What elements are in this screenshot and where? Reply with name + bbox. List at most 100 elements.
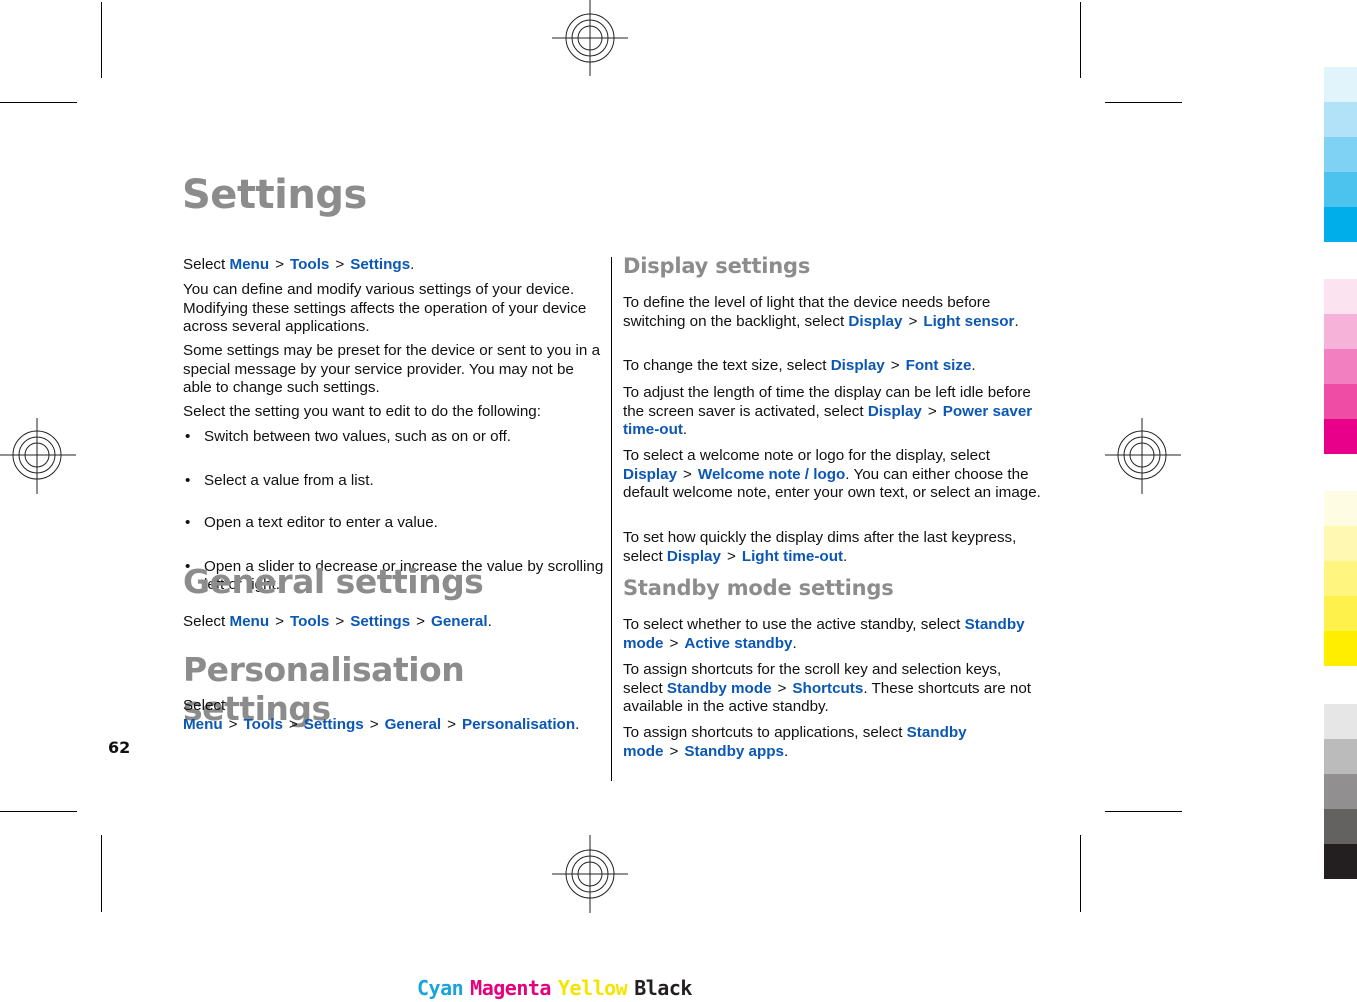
menu-path: Standby mode > Shortcuts — [667, 680, 863, 697]
menu-path-item[interactable]: Display — [623, 466, 677, 483]
entry-text: . — [792, 634, 797, 652]
menu-path-item[interactable]: Settings — [350, 613, 410, 630]
color-swatch — [1324, 844, 1357, 879]
menu-path-item[interactable]: Display — [848, 313, 902, 330]
menu-path-item[interactable]: Menu — [229, 613, 269, 630]
menu-path-item[interactable]: General — [385, 716, 442, 733]
menu-path: Display > Light time-out — [667, 548, 843, 565]
color-swatch — [1324, 739, 1357, 774]
menu-path-item[interactable]: Menu — [183, 716, 223, 733]
crop-mark — [101, 835, 102, 912]
path-separator-icon: > — [335, 256, 345, 273]
menu-path-item[interactable]: Standby apps — [684, 743, 784, 760]
menu-path-item[interactable]: Display — [667, 548, 721, 565]
path-separator-icon: > — [275, 613, 284, 630]
path-separator-icon: > — [228, 715, 238, 733]
entry-text: To select a welcome note or logo for the… — [623, 447, 990, 464]
path-separator-icon: > — [777, 679, 787, 697]
menu-path-item[interactable]: Shortcuts — [792, 680, 863, 697]
menu-path-item[interactable]: Display — [831, 357, 885, 374]
paragraph: Some settings may be preset for the devi… — [183, 342, 601, 396]
entry-text: . — [843, 547, 848, 565]
color-swatch — [1324, 384, 1357, 419]
registration-mark-icon — [1105, 418, 1181, 494]
menu-path-item[interactable]: Settings — [304, 716, 364, 733]
general-path: Select Menu > Tools > Settings > General. — [183, 613, 492, 630]
cmyk-label-yellow: Yellow — [557, 976, 628, 1000]
menu-path-item[interactable]: Display — [868, 403, 922, 420]
menu-path: Menu > Tools > Settings > General > Personalisat… — [183, 716, 575, 733]
color-swatch — [1324, 419, 1357, 454]
path-prefix: Select — [183, 256, 226, 273]
entry-text: To select whether to use the active stan… — [623, 616, 965, 633]
menu-path: Menu > Tools > Settings — [229, 256, 410, 273]
path-separator-icon: > — [288, 715, 298, 733]
page-title: Settings — [182, 172, 367, 218]
bullet-item: • Switch between two values, such as on … — [185, 428, 512, 445]
menu-path-item[interactable]: Standby mode — [667, 680, 772, 697]
menu-path-item[interactable]: Font size — [906, 357, 972, 374]
crop-mark — [1105, 811, 1182, 812]
section-heading-display: Display settings — [623, 254, 811, 278]
section-heading-standby: Standby mode settings — [623, 576, 894, 600]
registration-mark-icon — [0, 418, 76, 494]
registration-mark-icon — [552, 835, 628, 913]
entry-text: To change the text size, select — [623, 357, 831, 374]
menu-path-item[interactable]: Light time-out — [742, 548, 843, 565]
cmyk-label-black: Black — [634, 976, 692, 1000]
path-separator-icon: > — [416, 613, 426, 630]
cmyk-label-cyan: Cyan — [417, 976, 464, 1000]
display-entry: To select a welcome note or logo for the… — [623, 447, 1043, 503]
path-separator-icon: > — [275, 256, 284, 273]
menu-path-item[interactable]: Light sensor — [923, 313, 1014, 330]
crop-mark — [1080, 835, 1081, 912]
menu-path-item[interactable]: Welcome note / logo — [698, 466, 845, 483]
menu-path-item[interactable]: Tools — [244, 716, 283, 733]
cmyk-label-magenta: Magenta — [470, 976, 551, 1000]
menu-path-item[interactable]: Tools — [290, 256, 329, 273]
menu-path: Display > Welcome note / logo — [623, 466, 845, 483]
crop-mark — [101, 2, 102, 78]
color-swatch — [1324, 631, 1357, 666]
color-swatch — [1324, 172, 1357, 207]
entry-text: . — [783, 742, 789, 760]
bullet-icon: • — [185, 514, 191, 531]
color-swatch — [1324, 314, 1357, 349]
crop-mark — [1080, 2, 1081, 78]
crop-mark — [1105, 102, 1182, 103]
paragraph: You can define and modify various settin… — [183, 281, 587, 335]
bullet-item: • Open a text editor to enter a value. — [185, 514, 438, 531]
bullet-icon: • — [185, 471, 191, 489]
section-heading-general: General settings — [183, 562, 484, 601]
color-swatch — [1324, 809, 1357, 844]
menu-path: Menu > Tools > Settings > General — [229, 613, 487, 630]
crop-mark — [0, 811, 77, 812]
paragraph: Select the setting you want to edit to d… — [183, 403, 541, 420]
personalisation-path: Select Menu > Tools > Settings > General > Perso… — [183, 697, 580, 733]
path-separator-icon: > — [927, 402, 937, 420]
entry-text: To assign shortcuts to applications, sel… — [623, 724, 907, 741]
color-swatch — [1324, 67, 1357, 102]
page-number: 62 — [108, 738, 131, 757]
color-swatch — [1324, 137, 1357, 172]
color-swatch — [1324, 774, 1357, 809]
standby-entry: To assign shortcuts to applications, sel… — [623, 724, 1003, 761]
bullet-icon: • — [185, 428, 191, 445]
menu-path-item[interactable]: Menu — [229, 256, 269, 273]
menu-path-item[interactable]: Personalisation — [462, 716, 575, 733]
entry-text: . — [1014, 312, 1019, 330]
crop-mark — [0, 102, 77, 103]
display-entry: To set how quickly the display dims afte… — [623, 529, 1043, 566]
cmyk-label: Cyan Magenta Yellow Black — [417, 976, 699, 1000]
display-entry: To adjust the length of time the display… — [623, 384, 1043, 440]
menu-path-item[interactable]: Active standby — [684, 635, 792, 652]
menu-path-item[interactable]: Settings — [350, 256, 410, 273]
display-entry: To define the level of light that the de… — [623, 294, 1043, 331]
standby-entry: To assign shortcuts for the scroll key a… — [623, 661, 1043, 717]
menu-path-item[interactable]: Tools — [290, 613, 329, 630]
path-separator-icon: > — [683, 465, 692, 483]
menu-path: Display > Light sensor — [848, 313, 1014, 330]
path-separator-icon: > — [447, 715, 457, 733]
entry-text: . — [971, 357, 976, 374]
menu-path-item[interactable]: General — [431, 613, 488, 630]
